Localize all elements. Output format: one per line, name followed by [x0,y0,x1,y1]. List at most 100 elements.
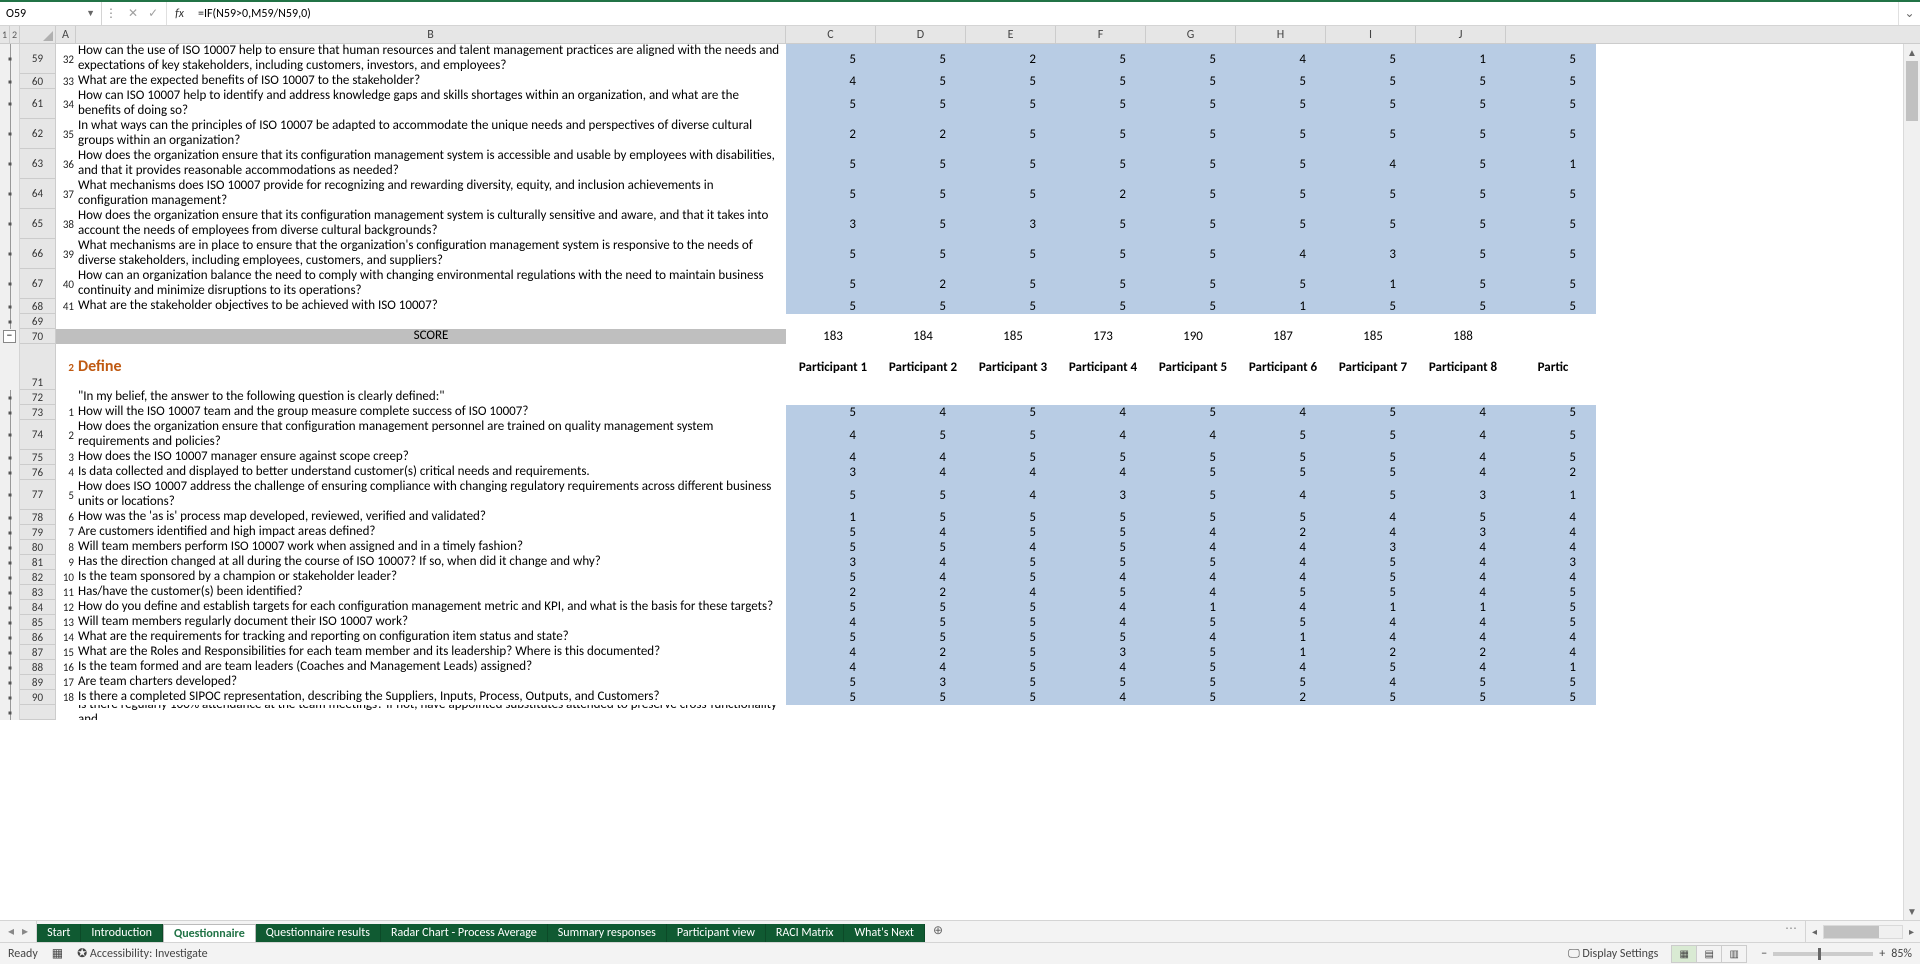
cell-value[interactable]: 4 [876,465,966,480]
cell-value[interactable]: 5 [966,555,1056,570]
cell-value[interactable]: 4 [1236,540,1326,555]
cell-question[interactable]: Has the direction changed at all during … [76,555,786,570]
cell-value[interactable]: 5 [1326,420,1416,450]
hscroll-right-icon[interactable]: ▸ [1903,925,1920,938]
cell-value[interactable]: 5 [1146,465,1236,480]
cell-value[interactable]: 5 [786,675,876,690]
cell-value[interactable]: 5 [1326,74,1416,89]
cell-value[interactable]: 5 [1506,179,1596,209]
cell-index[interactable]: 2 [56,420,76,450]
cell-value[interactable]: 4 [1506,510,1596,525]
cell-value[interactable]: 4 [1506,630,1596,645]
cell-value[interactable]: 5 [876,44,966,74]
row-header[interactable]: 72 [20,390,56,405]
cell-value[interactable]: 5 [1146,74,1236,89]
cell-value[interactable]: 5 [1326,690,1416,705]
cell-index[interactable]: 13 [56,615,76,630]
sheet-tab-summary-responses[interactable]: Summary responses [548,924,667,942]
cell-question[interactable]: Is there a completed SIPOC representatio… [76,690,786,705]
cell-value[interactable]: 4 [1236,660,1326,675]
cell-value[interactable]: 4 [876,660,966,675]
cell-value[interactable]: 5 [786,690,876,705]
cell-value[interactable]: 4 [1416,570,1506,585]
spreadsheet-grid[interactable]: 5932How can the use of ISO 10007 help to… [0,44,1920,920]
cell-index[interactable]: 11 [56,585,76,600]
cell-question[interactable]: How does ISO 10007 address the challenge… [76,480,786,510]
cell-value[interactable]: 5 [876,239,966,269]
row-header[interactable]: 82 [20,570,56,585]
cell-value[interactable]: 5 [1056,209,1146,239]
cell-question[interactable]: Has/have the customer(s) been identified… [76,585,786,600]
cell-value[interactable]: 4 [1056,690,1146,705]
row-header[interactable]: 77 [20,480,56,510]
cell-value[interactable]: 3 [966,209,1056,239]
cell-value[interactable]: 5 [1236,209,1326,239]
cell-value[interactable]: 5 [966,149,1056,179]
cell-index[interactable]: 35 [56,119,76,149]
cell-value[interactable]: 5 [786,630,876,645]
row-header[interactable]: 62 [20,119,56,149]
cell-value[interactable]: 5 [1146,615,1236,630]
cell-value[interactable]: 2 [786,119,876,149]
cell-value[interactable]: 3 [1416,480,1506,510]
outline-level-1[interactable]: 1 [0,26,10,43]
cell-value[interactable]: 4 [1146,420,1236,450]
cell-value[interactable]: 5 [1056,74,1146,89]
sheet-tab-questionnaire[interactable]: Questionnaire [163,924,256,943]
cell-value[interactable]: 5 [786,600,876,615]
cell-value[interactable]: 4 [1236,405,1326,420]
cell-value[interactable]: 4 [1416,585,1506,600]
cell-value[interactable]: 4 [786,645,876,660]
tab-nav-first-icon[interactable]: ◂ [8,924,14,939]
zoom-slider[interactable] [1773,952,1873,956]
macro-record-icon[interactable]: ▦ [52,946,63,961]
cell-index[interactable]: 37 [56,179,76,209]
cell-value[interactable]: 5 [1506,209,1596,239]
cell-value[interactable]: 4 [1236,239,1326,269]
accessibility-status[interactable]: ✪ Accessibility: Investigate [77,946,208,961]
cell-value[interactable]: 5 [1056,89,1146,119]
cell-value[interactable]: 3 [786,555,876,570]
cell-value[interactable]: 4 [1326,525,1416,540]
cell-value[interactable]: 5 [1236,675,1326,690]
cell-value[interactable]: 5 [876,615,966,630]
cell-value[interactable]: 5 [1056,44,1146,74]
cell-value[interactable]: 5 [1146,405,1236,420]
cell-value[interactable]: 5 [1056,450,1146,465]
cell-value[interactable]: 5 [966,179,1056,209]
cell-value[interactable]: 5 [966,450,1056,465]
cell-value[interactable]: 3 [876,675,966,690]
view-page-break-icon[interactable]: ▥ [1721,945,1747,963]
cell-question[interactable]: What mechanisms are in place to ensure t… [76,239,786,269]
cell-value[interactable]: 5 [876,179,966,209]
cell-value[interactable]: 5 [1056,585,1146,600]
cell-value[interactable]: 5 [786,179,876,209]
cell-value[interactable]: 5 [1146,480,1236,510]
formula-accept-icon[interactable]: ✓ [148,6,158,21]
cell-value[interactable]: 4 [876,525,966,540]
cell-value[interactable]: 5 [1326,660,1416,675]
cell-value[interactable]: 4 [876,405,966,420]
scroll-thumb[interactable] [1906,61,1918,121]
cell-value[interactable]: 4 [1416,555,1506,570]
row-header[interactable]: 73 [20,405,56,420]
cell-index[interactable]: 38 [56,209,76,239]
cell-question[interactable]: Is the team formed and are team leaders … [76,660,786,675]
cell-value[interactable]: 5 [1236,269,1326,299]
row-header[interactable]: 79 [20,525,56,540]
cell-value[interactable]: 5 [876,600,966,615]
cell-value[interactable]: 3 [1506,555,1596,570]
column-header-G[interactable]: G [1146,26,1236,43]
cell-value[interactable]: 4 [786,450,876,465]
row-header[interactable]: 84 [20,600,56,615]
cell-value[interactable]: 2 [1326,645,1416,660]
hscroll-left-icon[interactable]: ◂ [1806,925,1823,938]
cell-value[interactable]: 2 [786,585,876,600]
cell-value[interactable]: 5 [1506,239,1596,269]
cell-value[interactable]: 5 [1326,405,1416,420]
cell-value[interactable]: 5 [1326,570,1416,585]
cell-value[interactable]: 3 [1416,525,1506,540]
cell-value[interactable]: 4 [1056,420,1146,450]
cell-value[interactable]: 5 [1416,239,1506,269]
cell-value[interactable]: 5 [1506,89,1596,119]
